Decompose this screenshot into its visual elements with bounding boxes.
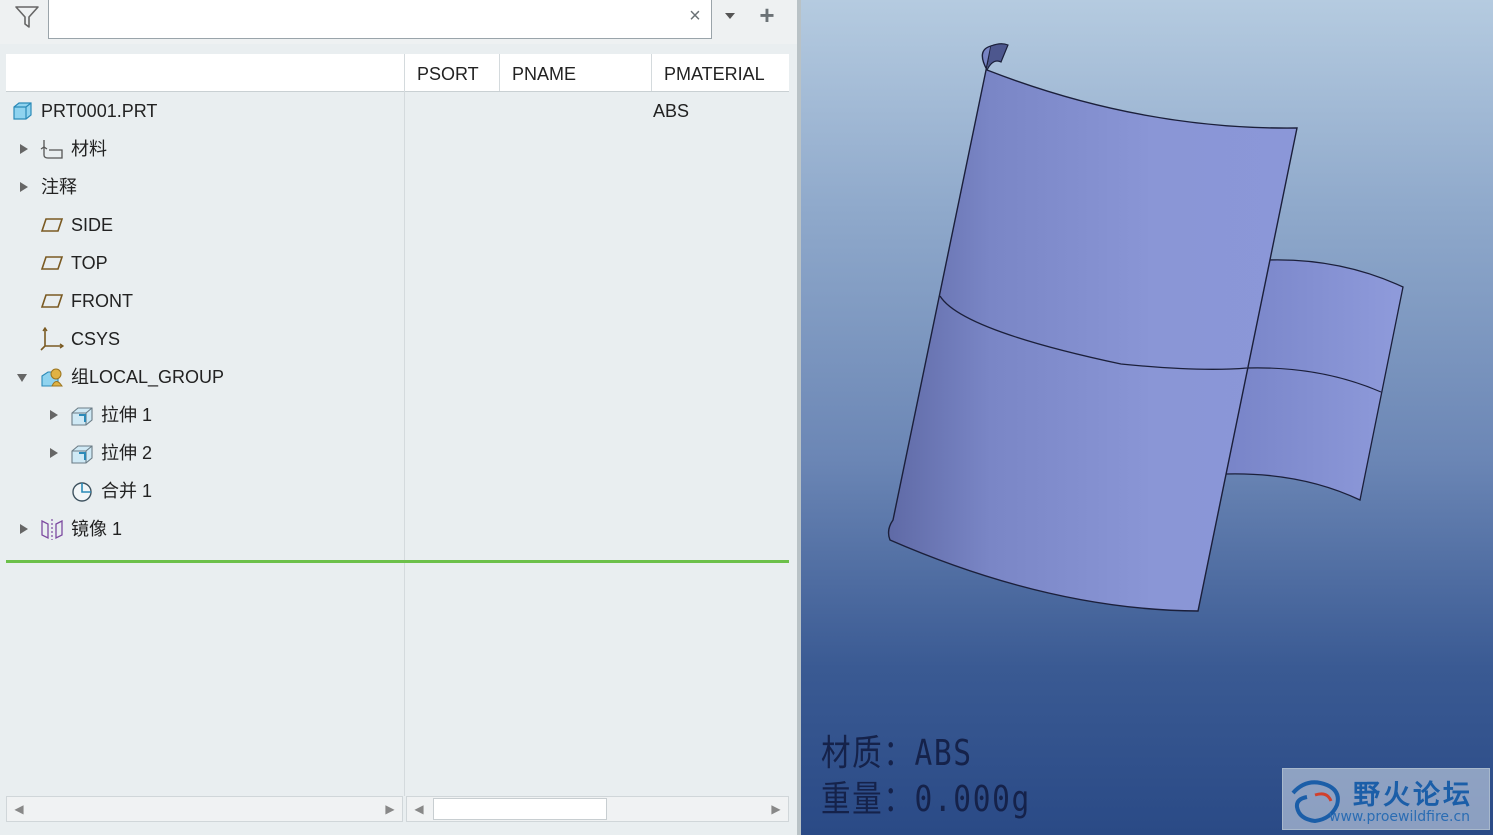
tree-item-side-plane[interactable]: SIDE xyxy=(0,206,790,244)
expand-arrow-icon[interactable] xyxy=(48,447,60,459)
expand-arrow-icon[interactable] xyxy=(18,181,30,193)
datum-plane-icon xyxy=(40,218,64,232)
tree-item-label: 组LOCAL_GROUP xyxy=(71,367,225,387)
scroll-left-icon[interactable]: ◀ xyxy=(407,797,431,821)
mirror-icon xyxy=(41,519,63,540)
expand-arrow-icon[interactable] xyxy=(18,523,30,535)
pmaterial-cell: ABS xyxy=(653,101,690,121)
tree-item-local-group[interactable]: 组LOCAL_GROUP xyxy=(0,358,790,396)
tree-item-label: 注释 xyxy=(41,177,77,197)
material-info-text: 材质：ABS xyxy=(821,733,973,774)
datum-plane-icon xyxy=(40,256,64,270)
tree-item-label: 材料 xyxy=(71,139,107,159)
tree-item-front-plane[interactable]: FRONT xyxy=(0,282,790,320)
watermark-logo: 野火论坛 www.proewildfire.cn xyxy=(1282,768,1490,830)
tree-item-label: 拉伸 2 xyxy=(101,443,153,463)
expand-arrow-icon[interactable] xyxy=(48,409,60,421)
tree-item-annotation[interactable]: 注释 xyxy=(0,168,790,206)
tree-item-merge-1[interactable]: 合并 1 xyxy=(0,472,790,510)
tree-item-csys[interactable]: CSYS xyxy=(0,320,790,358)
search-input[interactable] xyxy=(48,0,712,39)
3d-model-surface[interactable] xyxy=(801,0,1493,835)
close-icon[interactable]: × xyxy=(686,5,704,27)
chevron-down-icon[interactable] xyxy=(722,8,738,24)
tree-item-label: TOP xyxy=(71,253,108,273)
filter-icon[interactable] xyxy=(14,4,40,30)
tree-item-top-plane[interactable]: TOP xyxy=(0,244,790,282)
scroll-right-icon[interactable]: ▶ xyxy=(764,797,788,821)
model-tree-panel: × + PSORT PNAME PMATERIAL PRT0001.PRT AB… xyxy=(0,0,797,835)
tree-item-label: FRONT xyxy=(71,291,133,311)
columns-horizontal-scrollbar[interactable]: ◀ ▶ xyxy=(406,796,789,822)
group-icon xyxy=(41,368,63,387)
tree-horizontal-scrollbar[interactable]: ◀ ▶ xyxy=(6,796,403,822)
scroll-right-icon[interactable]: ▶ xyxy=(378,797,402,821)
scrollbar-thumb[interactable] xyxy=(433,798,607,820)
tree-item-extrude-1[interactable]: 拉伸 1 xyxy=(0,396,790,434)
tree-item-label: SIDE xyxy=(71,215,114,235)
watermark-url: www.proewildfire.cn xyxy=(1329,809,1471,825)
tree-item-label: 镜像 1 xyxy=(71,519,123,539)
material-icon xyxy=(40,140,63,159)
extrude-icon xyxy=(71,445,93,464)
tree-item-label: 合并 1 xyxy=(101,481,153,501)
column-pmaterial[interactable]: PMATERIAL xyxy=(651,54,787,91)
expand-arrow-icon[interactable] xyxy=(18,143,30,155)
tree-item-label: PRT0001.PRT xyxy=(41,101,158,121)
datum-plane-icon xyxy=(40,294,64,308)
tree-column-header: PSORT PNAME PMATERIAL xyxy=(6,54,789,92)
search-bar: × + xyxy=(0,0,797,44)
tree-item-label: 拉伸 1 xyxy=(101,405,153,425)
scroll-left-icon[interactable]: ◀ xyxy=(7,797,31,821)
weight-info-text: 重量：0.000g xyxy=(821,779,1031,820)
tree-item-extrude-2[interactable]: 拉伸 2 xyxy=(0,434,790,472)
column-pname[interactable]: PNAME xyxy=(499,54,651,91)
tree-item-mirror-1[interactable]: 镜像 1 xyxy=(0,510,790,548)
tree-item-part[interactable]: PRT0001.PRT ABS xyxy=(0,92,790,130)
insert-here-marker[interactable] xyxy=(6,560,789,563)
column-psort[interactable]: PSORT xyxy=(404,54,499,91)
merge-icon xyxy=(72,482,92,502)
tree-item-material[interactable]: 材料 xyxy=(0,130,790,168)
plus-icon[interactable]: + xyxy=(756,2,778,28)
collapse-arrow-icon[interactable] xyxy=(16,371,28,383)
watermark-name: 野火论坛 xyxy=(1353,780,1473,811)
tree-item-label: CSYS xyxy=(71,329,121,349)
graphics-viewport[interactable]: 材质：ABS 重量：0.000g 野火论坛 www.proewildfire.c… xyxy=(801,0,1493,835)
extrude-icon xyxy=(71,407,93,426)
csys-icon xyxy=(40,327,64,351)
part-icon xyxy=(13,102,32,120)
